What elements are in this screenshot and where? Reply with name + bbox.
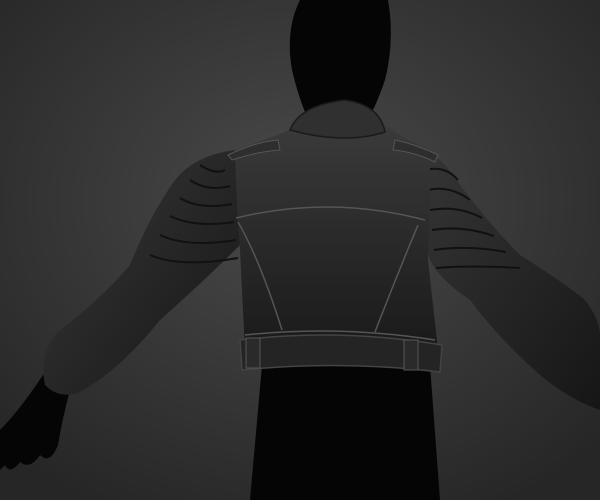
left-waist-strap xyxy=(245,337,261,369)
3d-viewport xyxy=(0,0,600,500)
lower-body-silhouette xyxy=(250,365,440,500)
jacket-render xyxy=(0,0,600,500)
head-silhouette xyxy=(289,0,391,112)
right-waist-strap xyxy=(403,339,419,371)
jacket-back-panel xyxy=(235,125,438,350)
